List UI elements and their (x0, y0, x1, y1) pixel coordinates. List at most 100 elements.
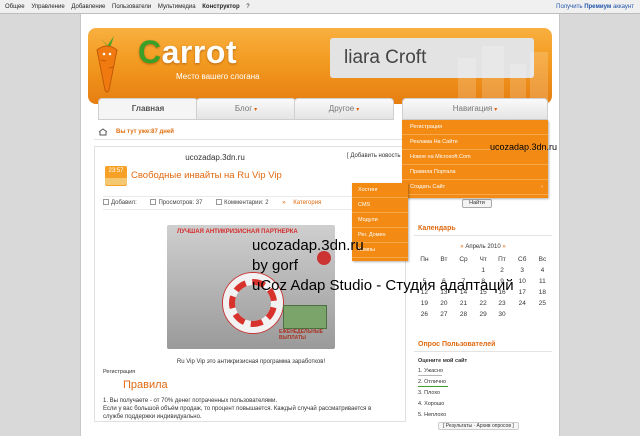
weekday: Вт (440, 256, 448, 263)
promo-payout: ЕЖЕНЕДЕЛЬНЫЕ ВЫПЛАТЫ (279, 329, 323, 341)
overlay-site-label: ucozadap.3dn.ru (490, 142, 558, 152)
calendar-day[interactable]: 24 (512, 298, 533, 309)
calendar-day[interactable]: 29 (474, 309, 492, 320)
admin-menu-general[interactable]: Общее (5, 4, 25, 10)
menu-item-create-site[interactable]: Создать Сайт › (402, 180, 548, 195)
poll-bar (418, 375, 442, 376)
menu-item-portal-rules[interactable]: Правила Портала (402, 165, 548, 180)
home-icon[interactable] (98, 128, 108, 136)
overlay-line: by gorf (252, 257, 298, 274)
header-decoration-icon (458, 46, 548, 104)
premium-suffix: аккаунт (612, 4, 634, 10)
poll-results-button[interactable]: [ Результаты · Архив опросов ] (438, 422, 519, 430)
rules-line: Если у вас большой объём продаж, то проц… (103, 406, 372, 412)
menu-item-label: Создать Сайт (410, 184, 446, 190)
promo-caption: Ru Vip Vip это антикризисная программа з… (176, 359, 326, 365)
calendar-day (453, 265, 474, 276)
calendar-day[interactable]: 1 (474, 265, 492, 276)
comments-field[interactable]: Комментарии: 2 (216, 199, 274, 206)
calendar-day[interactable]: 18 (533, 287, 552, 298)
search-button[interactable]: Найти (462, 199, 492, 208)
calendar-day[interactable]: 26 (414, 309, 435, 320)
weekday: Пн (420, 256, 429, 263)
rules-line: 1. Вы получаете - от 70% денег потраченн… (103, 398, 278, 404)
poll-block: Опрос Пользователей Оцените мой сайт 1. … (414, 338, 552, 430)
menu-item-registration[interactable]: Регистрация (402, 120, 548, 135)
calendar-day[interactable]: 30 (492, 309, 511, 320)
menu-item-microsoft-news[interactable]: Новое на Microsoft.Com (402, 150, 548, 165)
tab-other[interactable]: Другое ▾ (294, 98, 394, 120)
visit-counter: Вы тут уже:87 дней (116, 129, 174, 135)
calendar-day[interactable]: 10 (512, 276, 533, 287)
premium-prefix: Получить (556, 4, 583, 10)
registration-link[interactable]: Регистрация (103, 369, 135, 375)
overlay-line: ucozadap.3dn.ru (252, 237, 364, 254)
calendar-day[interactable]: 4 (533, 265, 552, 276)
menu-item-label: Правила Портала (410, 169, 456, 175)
poll-option[interactable]: 2. Отлично (418, 379, 446, 385)
calendar-day[interactable]: 19 (414, 298, 435, 309)
calendar-day[interactable]: 27 (435, 309, 453, 320)
site-header: Carrot Место вашего слогана liara Croft (88, 28, 552, 104)
calendar-day[interactable]: 28 (453, 309, 474, 320)
rules-heading: Правила (123, 379, 168, 391)
menu-item-label: Новое на Microsoft.Com (410, 154, 471, 160)
badge-tail (105, 178, 127, 185)
tab-navigation[interactable]: Навигация ▾ (402, 98, 548, 120)
admin-menu-help[interactable]: ? (246, 4, 249, 10)
post-title[interactable]: Свободные инвайты на Ru Vip Vip (131, 170, 282, 181)
admin-menu-multimedia[interactable]: Мультимедиа (158, 4, 196, 10)
added-label: Добавил: (111, 200, 137, 206)
user-icon (103, 199, 109, 206)
chevron-down-icon: ▾ (254, 107, 258, 113)
site-logo[interactable]: Carrot (138, 34, 237, 71)
site-slogan: Место вашего слогана (176, 72, 260, 81)
category-field[interactable]: » Категория (282, 200, 327, 206)
main-navigation: Главная Блог ▾ Другое ▾ Навигация ▾ (98, 98, 548, 120)
calendar-day[interactable]: 23 (492, 298, 511, 309)
entry-site-name: ucozadap.3dn.ru (185, 153, 245, 162)
tab-navigation-label: Навигация (452, 104, 493, 113)
calendar-prev-link[interactable]: « (460, 244, 463, 250)
premium-link[interactable]: Получить Премиум аккаунт (556, 0, 634, 14)
carrot-logo-icon (96, 36, 118, 93)
rules-line: службе поддержки индивидуально. (103, 414, 202, 420)
calendar-day[interactable]: 11 (533, 276, 552, 287)
submenu-item-hosting[interactable]: Хостинг (352, 183, 408, 198)
calendar-week: 19 20 21 22 23 24 25 (414, 298, 552, 309)
admin-menu-add[interactable]: Добавление (71, 4, 105, 10)
calendar-day[interactable]: 3 (512, 265, 533, 276)
weekday: Вс (538, 256, 547, 263)
tab-home[interactable]: Главная (98, 98, 198, 120)
author-field: Добавил: (103, 199, 143, 206)
calendar-day (414, 265, 435, 276)
poll-bar (418, 386, 448, 387)
submenu-item-cms[interactable]: CMS (352, 198, 408, 213)
submenu-item-modules[interactable]: Модули (352, 213, 408, 228)
views-field: Просмотров: 37 (150, 199, 208, 206)
poll-option[interactable]: 1. Ужасно (418, 368, 443, 374)
tab-blog-label: Блог (234, 104, 253, 113)
calendar-next-link[interactable]: » (502, 244, 505, 250)
admin-menu-management[interactable]: Управление (31, 4, 64, 10)
category-link: Категория (293, 200, 322, 206)
views-count: Просмотров: 37 (158, 200, 203, 206)
calendar-day[interactable]: 25 (533, 298, 552, 309)
tab-blog[interactable]: Блог ▾ (196, 98, 296, 120)
calendar-day[interactable]: 21 (453, 298, 474, 309)
calendar-day[interactable]: 2 (492, 265, 511, 276)
poll-option[interactable]: 4. Хорошо (418, 401, 444, 407)
promo-heading: ЛУЧШАЯ АНТИКРИЗИСНАЯ ПАРТНЕРКА (177, 229, 298, 235)
poll-option[interactable]: 3. Плохо (418, 390, 440, 396)
add-news-link[interactable]: [ Добавить новость ] (347, 153, 404, 159)
poll-option[interactable]: 5. Неплохо (418, 412, 446, 418)
eye-icon (150, 199, 157, 206)
breadcrumb: Вы тут уже:87 дней (94, 124, 406, 140)
weekday: Чт (479, 256, 487, 263)
calendar-day[interactable]: 22 (474, 298, 492, 309)
calendar-day[interactable]: 17 (512, 287, 533, 298)
calendar-day[interactable]: 20 (435, 298, 453, 309)
money-icon (283, 305, 327, 329)
admin-menu-users[interactable]: Пользователи (112, 4, 151, 10)
admin-menu-constructor[interactable]: Конструктор (202, 4, 239, 10)
